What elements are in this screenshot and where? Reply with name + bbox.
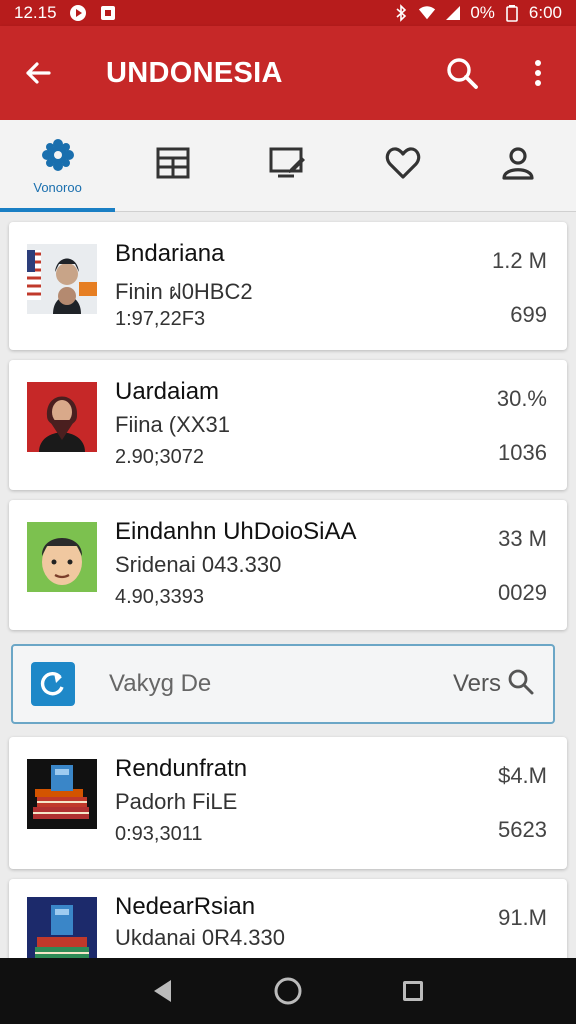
item-size: $4.M [498,763,547,788]
edit-screen-icon [268,145,308,186]
status-clock: 6:00 [528,3,562,22]
item-count: 699 [510,302,547,327]
refresh-icon[interactable] [31,662,75,706]
battery-text: 0% [470,3,495,22]
item-code: 1:97,22F3 [115,308,206,330]
hijab-portrait-thumbnail [27,382,97,452]
item-size: 1.2 M [491,248,547,273]
item-count: 5623 [498,817,547,842]
item-subtitle: Finin ฝ0HBC2 [115,279,253,304]
wifi-icon [418,4,436,22]
tab-profile[interactable] [461,120,576,211]
item-subtitle: Ukdanai 0R4.330 [115,925,286,950]
status-time: 12.15 [14,3,57,22]
signal-icon [444,4,462,22]
system-nav-bar [0,958,576,1024]
item-subtitle: Sridenai 043.330 [115,552,282,577]
cartoon-face-thumbnail [27,522,97,592]
list-icon [155,146,191,185]
person-icon [500,145,536,186]
battery-icon [503,4,521,22]
item-name: Uardaiam [115,378,220,405]
tab-label: Vonoroo [33,179,82,195]
search-icon[interactable] [507,668,535,701]
item-size: 91.M [498,905,547,930]
search-icon[interactable] [442,53,482,93]
home-circle-icon[interactable] [264,967,312,1015]
tab-favorites[interactable] [346,120,461,211]
search-input[interactable]: Vakyg De Vers [11,644,555,724]
tab-edit[interactable] [230,120,345,211]
item-code: 4.90,3393 [115,586,204,608]
arrow-left-icon[interactable] [18,53,58,93]
list-item[interactable]: Rendunfratn Padorh FiLE 0:93,3011 $4.M 5… [9,737,567,869]
badge-icon [40,137,76,178]
tab-list[interactable] [115,120,230,211]
search-right-label: Vers [452,670,501,697]
list-item[interactable]: Eindanhn UhDoioSiAA Sridenai 043.330 4.9… [9,500,567,630]
item-subtitle: Padorh FiLE [115,789,238,814]
list-item[interactable]: Bndariana Finin ฝ0HBC2 1:97,22F3 1.2 M 6… [9,222,567,350]
item-name: Rendunfratn [115,755,248,782]
item-name: Eindanhn UhDoioSiAA [115,518,357,545]
back-triangle-icon[interactable] [139,967,187,1015]
item-count: 0029 [498,580,547,605]
notification-icon [99,4,117,22]
books-thumbnail [27,897,97,967]
app-bar: UNDONESIA [0,26,576,120]
tab-vonoroo[interactable]: Vonoroo [0,120,116,212]
books-thumbnail [27,759,97,829]
item-code: 0:93,3011 [115,823,203,845]
list-item[interactable]: Uardaiam Fiina (XX31 2.90;3072 30.% 1036 [9,360,567,490]
search-text: Vakyg De [109,670,212,697]
item-size: 33 M [498,526,547,551]
item-size: 30.% [496,386,547,411]
flag-portrait-thumbnail [27,244,97,314]
item-name: NedearRsian [115,893,256,920]
tab-bar: Vonoroo [0,120,576,212]
bluetooth-icon [392,4,410,22]
item-count: 1036 [498,440,547,465]
heart-icon [385,146,421,185]
play-icon [69,4,87,22]
item-code: 2.90;3072 [115,446,204,468]
recents-square-icon[interactable] [389,967,437,1015]
item-name: Bndariana [115,240,225,267]
item-subtitle: Fiina (XX31 [115,412,230,437]
more-vertical-icon[interactable] [518,53,558,93]
status-bar: 12.15 0% 6:00 [0,0,576,26]
page-title: UNDONESIA [106,56,283,89]
